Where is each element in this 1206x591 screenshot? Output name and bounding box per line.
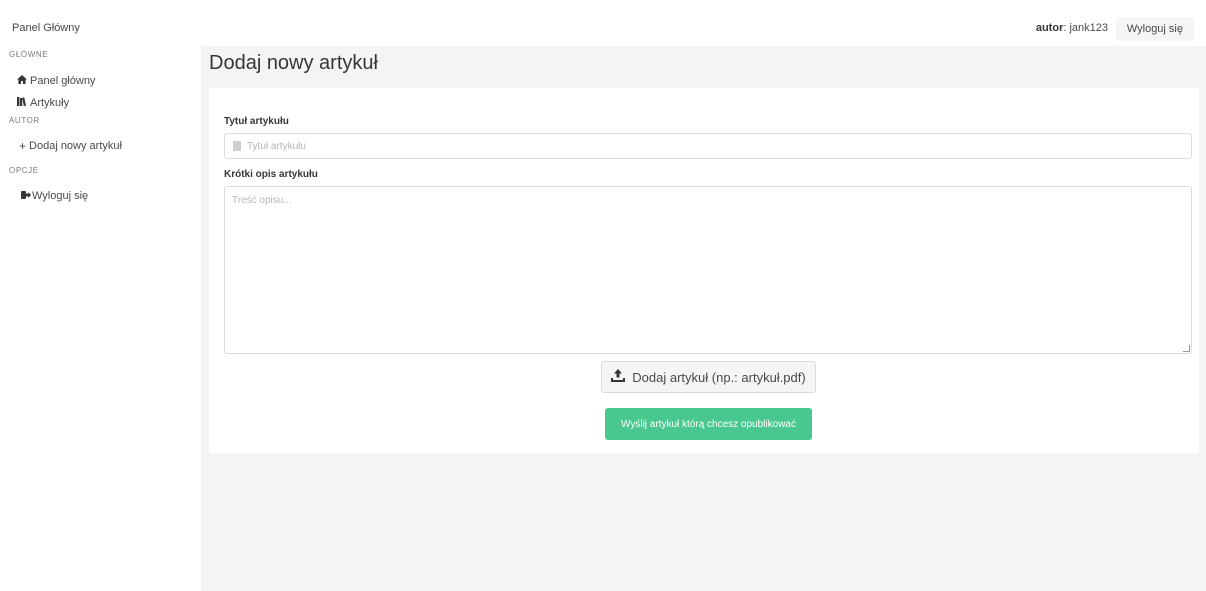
- author-name: jank123: [1066, 22, 1108, 34]
- menu-label-main: GŁÓWNE: [9, 50, 49, 59]
- sidebar-item-label: Wyloguj się: [32, 190, 89, 202]
- main-content: Dodaj nowy artykuł Tytuł artykułu Krótki…: [201, 46, 1206, 591]
- sign-out-icon: [21, 190, 31, 202]
- home-icon: [17, 75, 27, 87]
- sidebar-item-label: Dodaj nowy artykuł: [29, 140, 122, 152]
- sidebar-item-dashboard[interactable]: Panel główny: [17, 75, 95, 87]
- sidebar-item-articles[interactable]: Artykuły: [17, 97, 69, 109]
- description-field-label: Krótki opis artykułu: [224, 169, 318, 180]
- author-label: autor: [1035, 22, 1064, 34]
- author-info: autor: jank123: [1036, 22, 1108, 34]
- menu-label-options: OPCJE: [9, 166, 39, 175]
- upload-icon: [611, 369, 626, 385]
- plus-icon: +: [19, 139, 27, 153]
- books-icon: [17, 97, 27, 109]
- sidebar-item-label: Panel główny: [30, 75, 96, 87]
- page-title: Dodaj nowy artykuł: [209, 52, 378, 74]
- submit-article-button[interactable]: Wyślij artykuł którą chcesz opublikować: [605, 408, 812, 440]
- upload-button-label: Dodaj artykuł (np.: artykuł.pdf): [632, 369, 806, 385]
- title-field-wrapper: [224, 133, 1192, 159]
- upload-article-button[interactable]: Dodaj artykuł (np.: artykuł.pdf): [601, 361, 816, 393]
- textarea-resize-handle[interactable]: [1183, 345, 1190, 352]
- sidebar-item-add-article[interactable]: + Dodaj nowy artykuł: [19, 139, 122, 153]
- sidebar-item-logout[interactable]: Wyloguj się: [21, 190, 88, 202]
- description-textarea[interactable]: [224, 186, 1192, 354]
- title-field-label: Tytuł artykułu: [224, 116, 289, 127]
- brand-title[interactable]: Panel Główny: [12, 22, 80, 34]
- article-form-card: Tytuł artykułu Krótki opis artykułu Doda…: [209, 88, 1199, 453]
- top-navbar: Panel Główny autor: jank123 Wyloguj się: [0, 0, 1206, 46]
- document-icon: [233, 141, 241, 151]
- menu-label-author: AUTOR: [9, 116, 40, 125]
- sidebar: GŁÓWNE Panel główny Artykuły AUTOR + Dod…: [0, 46, 201, 591]
- logout-button[interactable]: Wyloguj się: [1115, 17, 1194, 41]
- title-input[interactable]: [247, 134, 1187, 158]
- sidebar-item-label: Artykuły: [30, 97, 70, 109]
